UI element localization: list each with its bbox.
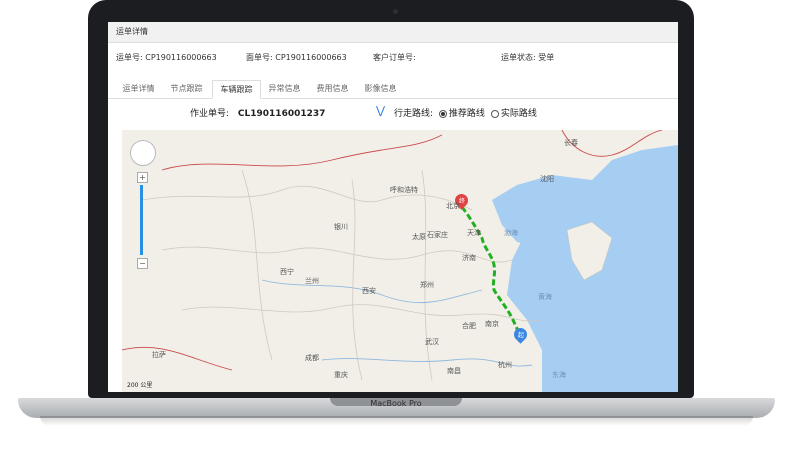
job-field: 作业单号: CL190116001237 [190,106,325,119]
job-label: 作业单号: [190,109,230,119]
camera-dot [393,9,398,14]
map-city-label: 成都 [305,354,319,362]
map-city-label: 武汉 [425,338,439,346]
radio-actual-route[interactable] [490,109,499,118]
map-city-label: 银川 [334,223,348,231]
map-pan-control[interactable] [130,140,156,166]
map-sea-label: 东海 [552,371,566,379]
actual-route-label: 实际路线 [500,109,537,119]
face-value: CP190116000663 [275,53,347,62]
window-titlebar: 运单详情 [108,22,678,43]
map-city-label: 拉萨 [152,351,166,359]
map-city-label: 石家庄 [427,231,448,239]
map-city-label: 呼和浩特 [390,186,418,194]
double-chevron-down-icon[interactable]: ⋁ [376,104,385,117]
map-city-label: 太原 [412,233,426,241]
end-marker-label: 起 [517,332,524,339]
map-city-label: 西安 [362,287,376,295]
map-city-label: 天津 [467,229,481,237]
map-city-label: 南京 [485,320,499,328]
face-label: 面单号: [246,53,273,62]
job-value: CL190116001237 [237,109,326,119]
app-screen: 运单详情 运单号: CP190116000663 面单号: CP19011600… [108,22,678,392]
status-label: 运单状态: [501,53,536,62]
route-line [460,206,522,341]
map-city-label: 长春 [564,139,578,147]
map-city-label: 郑州 [420,281,434,289]
map-city-label: 重庆 [334,371,348,379]
brand-label: MacBook Pro [370,399,422,408]
tab-node-tracking[interactable]: 节点跟踪 [164,80,209,97]
zoom-out-button[interactable]: − [137,258,148,269]
waybill-label: 运单号: [116,53,143,62]
radio-recommended-route[interactable] [438,109,447,118]
map-city-label: 合肥 [462,322,476,330]
tab-bar: 运单详情 节点跟踪 车辆跟踪 异常信息 费用信息 影像信息 [108,78,678,99]
laptop-shadow [40,416,753,426]
zoom-in-button[interactable]: + [137,172,148,183]
customer-order-field: 客户订单号: [373,52,416,63]
map-city-label: 兰州 [305,277,319,285]
customer-order-label: 客户订单号: [373,53,416,62]
map-city-label: 济南 [462,254,476,262]
status-value: 受单 [538,53,555,62]
map-view[interactable]: 终 起 长春 沈阳 呼和浩特 北京 天津 银川 太原 石家庄 济南 西宁 兰州 … [122,130,678,392]
map-scale-label: 200 公里 [127,382,153,389]
recommended-route-label: 推荐路线 [448,109,485,119]
map-city-label: 北京 [446,202,460,210]
waybill-value: CP190116000663 [145,53,217,62]
tab-vehicle-tracking[interactable]: 车辆跟踪 [212,80,261,99]
map-city-label: 南昌 [447,367,461,375]
map-sea-label: 黄海 [538,293,552,301]
tab-image-info[interactable]: 影像信息 [358,80,403,97]
status-field: 运单状态: 受单 [501,52,554,63]
tab-exception-info[interactable]: 异常信息 [262,80,307,97]
route-label: 行走路线: [394,109,434,119]
route-selector: 行走路线: 推荐路线 实际路线 [394,106,537,119]
window-title: 运单详情 [116,27,148,36]
map-city-label: 西宁 [280,268,294,276]
zoom-slider[interactable] [140,185,143,255]
tab-cost-info[interactable]: 费用信息 [310,80,355,97]
face-field: 面单号: CP190116000663 [246,52,347,63]
map-city-label: 杭州 [498,361,512,369]
map-city-label: 沈阳 [540,175,554,183]
map-sea-label: 渤海 [504,229,518,237]
waybill-field: 运单号: CP190116000663 [116,52,217,63]
tab-waybill-detail[interactable]: 运单详情 [116,80,161,97]
